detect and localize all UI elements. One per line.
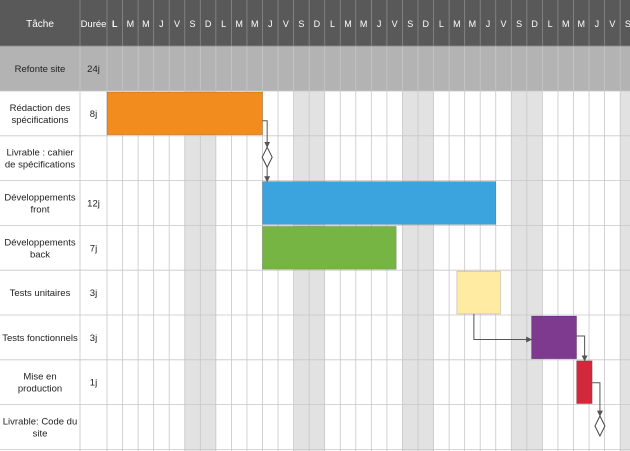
day-header: J <box>268 19 273 29</box>
task-duration: 8j <box>90 109 97 120</box>
dependency-arrow <box>592 382 603 417</box>
task-name: Développements back <box>4 237 76 260</box>
task-duration: 1j <box>90 378 97 389</box>
day-header: V <box>609 19 615 29</box>
day-header: M <box>344 19 352 29</box>
header-task-label: Tâche <box>26 19 54 30</box>
developpements-back-bar <box>262 226 397 270</box>
day-header: L <box>330 19 335 29</box>
day-header: S <box>407 19 413 29</box>
task-name-line: Refonte site <box>15 64 66 75</box>
task-duration: 7j <box>90 243 97 254</box>
weekend-column <box>293 91 310 451</box>
task-name: Refonte site <box>15 64 66 75</box>
task-name-line: de spécifications <box>5 160 75 171</box>
day-header: D <box>531 19 538 29</box>
weekend-column <box>402 91 418 451</box>
task-name-line: production <box>18 384 62 395</box>
day-header: D <box>314 19 321 29</box>
day-header: S <box>625 19 630 29</box>
day-header: L <box>112 19 118 29</box>
task-name-line: Mise en <box>23 372 56 383</box>
day-header: M <box>578 19 586 29</box>
day-header: D <box>205 19 212 29</box>
task-name: Livrable : cahier de spécifications <box>5 148 75 171</box>
task-duration: 3j <box>90 288 97 299</box>
livrable-code-milestone <box>594 414 606 438</box>
task-name-line: spécifications <box>11 115 68 126</box>
weekend-column <box>526 91 543 451</box>
task-name: Tests fonctionnels <box>2 333 78 344</box>
task-name: Livrable: Code du site <box>3 417 77 440</box>
day-header: M <box>142 19 150 29</box>
task-duration: 24j <box>87 64 100 75</box>
day-header: S <box>298 19 304 29</box>
day-header: M <box>360 19 368 29</box>
weekend-column <box>184 91 201 451</box>
day-header: L <box>221 19 226 29</box>
task-name-line: back <box>30 249 50 260</box>
day-header: M <box>235 19 243 29</box>
day-header: J <box>377 19 382 29</box>
day-header: V <box>501 19 507 29</box>
task-name-line: Tests unitaires <box>10 288 71 299</box>
gantt-chart: Tâche Durée L M M J V S D L M M J V S D L M M J V S D L M M J V S D L M… <box>0 0 630 451</box>
task-duration: 3j <box>90 333 97 344</box>
task-name-line: front <box>30 205 49 216</box>
day-header: V <box>392 19 398 29</box>
weekend-column <box>309 91 325 451</box>
task-name-line: Développements <box>4 193 76 204</box>
day-header: V <box>174 19 180 29</box>
task-name: Mise en production <box>18 372 62 395</box>
task-name: Développements front <box>4 193 76 216</box>
day-header: D <box>423 19 430 29</box>
day-header: V <box>283 19 289 29</box>
dependency-arrow <box>576 335 588 362</box>
task-name: Rédaction des spécifications <box>10 103 71 126</box>
livrable-cahier-milestone <box>261 146 273 169</box>
task-name-line: site <box>33 429 48 440</box>
day-header: J <box>486 19 491 29</box>
task-name-line: Tests fonctionnels <box>2 333 78 344</box>
weekend-column <box>200 91 216 451</box>
day-header: S <box>190 19 196 29</box>
task-name-line: Livrable: Code du <box>3 417 77 428</box>
developpements-front-bar <box>262 181 497 225</box>
day-header: J <box>595 19 600 29</box>
task-name-line: Développements <box>4 237 76 248</box>
day-header: M <box>469 19 477 29</box>
day-header: M <box>127 19 135 29</box>
task-name-line: Rédaction des <box>10 103 71 114</box>
redaction-specifications-bar <box>106 91 263 136</box>
mise-en-production-bar <box>576 360 593 404</box>
day-header: M <box>453 19 461 29</box>
dependency-arrow <box>262 120 271 148</box>
task-name-line: Livrable : cahier <box>6 148 73 159</box>
day-header: L <box>548 19 553 29</box>
header-duration-label: Durée <box>81 19 107 30</box>
day-header: M <box>251 19 259 29</box>
day-header: J <box>159 19 164 29</box>
day-header: M <box>562 19 570 29</box>
task-duration: 12j <box>87 199 100 210</box>
day-header: L <box>439 19 444 29</box>
weekend-column <box>511 91 527 451</box>
weekend-column <box>418 91 434 451</box>
tests-fonctionnels-bar <box>531 315 577 360</box>
day-header: S <box>516 19 522 29</box>
task-name: Tests unitaires <box>10 288 71 299</box>
weekend-column <box>620 91 630 451</box>
tests-unitaires-bar <box>456 270 501 315</box>
